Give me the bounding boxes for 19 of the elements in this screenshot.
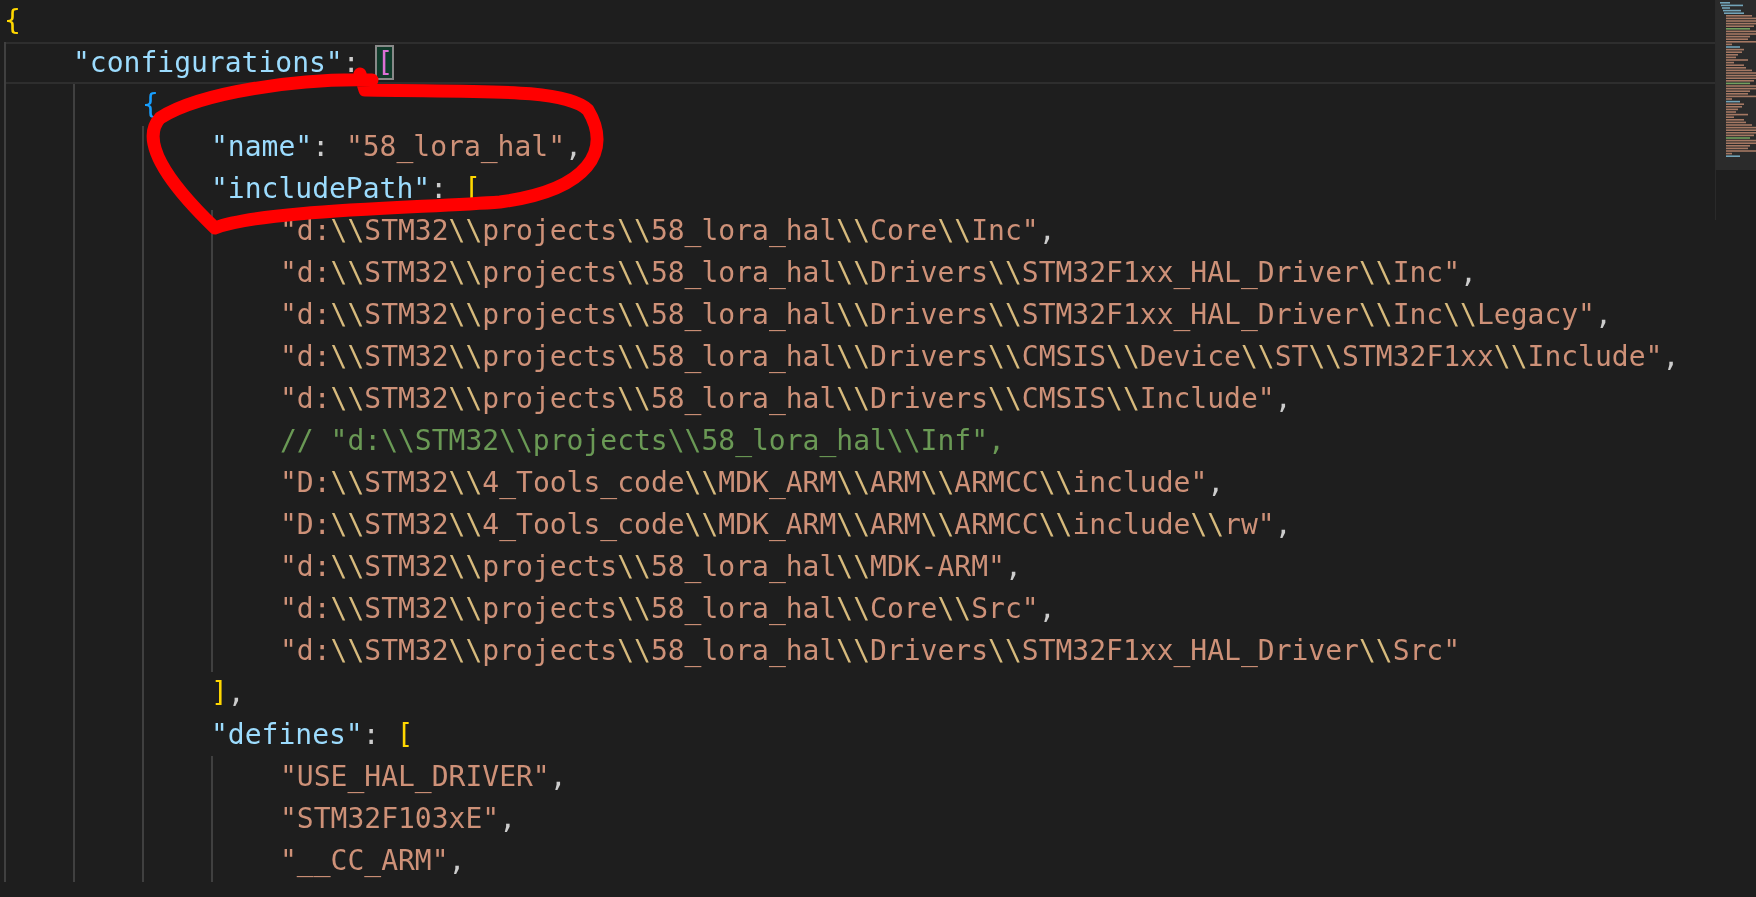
code-line: "D:\\STM32\\4_Tools_code\\MDK_ARM\\ARM\\ARMCC\\include", bbox=[4, 462, 1715, 504]
code-line: "d:\\STM32\\projects\\58_lora_hal\\Drivers\\STM32F1xx_HAL_Driver\\Inc\\Legacy", bbox=[4, 294, 1715, 336]
minimap-drawing[interactable] bbox=[1715, 0, 1756, 220]
code-line: { bbox=[4, 0, 1715, 42]
code-line: "configurations": [ bbox=[4, 42, 1715, 84]
code-line: "USE_HAL_DRIVER", bbox=[4, 756, 1715, 798]
code-line: "d:\\STM32\\projects\\58_lora_hal\\Drivers\\STM32F1xx_HAL_Driver\\Src" bbox=[4, 630, 1715, 672]
code-line: "STM32F103xE", bbox=[4, 798, 1715, 840]
code-line: // "d:\\STM32\\projects\\58_lora_hal\\Inf", bbox=[4, 420, 1715, 462]
code-line: "d:\\STM32\\projects\\58_lora_hal\\Core\\Src", bbox=[4, 588, 1715, 630]
code-line: "d:\\STM32\\projects\\58_lora_hal\\Drivers\\CMSIS\\Device\\ST\\STM32F1xx\\Include", bbox=[4, 336, 1715, 378]
code-line: ], bbox=[4, 672, 1715, 714]
code-line: "defines": [ bbox=[4, 714, 1715, 756]
code-line: "name": "58_lora_hal", bbox=[4, 126, 1715, 168]
code-line: "D:\\STM32\\4_Tools_code\\MDK_ARM\\ARM\\ARMCC\\include\\rw", bbox=[4, 504, 1715, 546]
code-line: "__CC_ARM", bbox=[4, 840, 1715, 882]
code-line: "d:\\STM32\\projects\\58_lora_hal\\Drivers\\STM32F1xx_HAL_Driver\\Inc", bbox=[4, 252, 1715, 294]
code-line: "d:\\STM32\\projects\\58_lora_hal\\Drivers\\CMSIS\\Include", bbox=[4, 378, 1715, 420]
code-line: "d:\\STM32\\projects\\58_lora_hal\\MDK-ARM", bbox=[4, 546, 1715, 588]
